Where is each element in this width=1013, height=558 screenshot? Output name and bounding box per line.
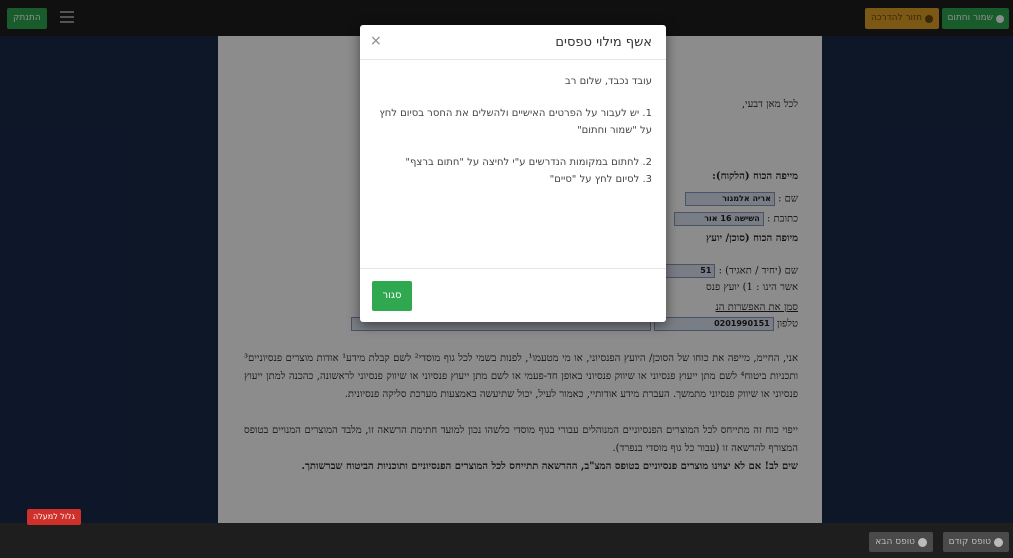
next-form-button[interactable]: טופס הבא xyxy=(869,532,933,552)
prev-form-label: טופס קודם xyxy=(948,537,991,547)
dialog-title: אשף מילוי טפסים xyxy=(555,35,652,50)
form-wizard-dialog: אשף מילוי טפסים × עובד נכבד, שלום רב 1. … xyxy=(360,25,666,322)
scroll-to-top-button[interactable]: גלול למעלה xyxy=(27,509,81,525)
next-form-label: טופס הבא xyxy=(875,537,915,547)
dialog-header: אשף מילוי טפסים × xyxy=(360,25,666,60)
dialog-footer: סגור xyxy=(360,268,666,322)
instruction-step-3: 3. לסיום לחץ על "סיים" xyxy=(549,174,652,185)
arrow-left-icon xyxy=(918,537,927,547)
dialog-body: עובד נכבד, שלום רב 1. יש לעבור על הפרטים… xyxy=(360,61,666,268)
close-icon[interactable]: × xyxy=(370,33,382,49)
close-button[interactable]: סגור xyxy=(372,281,412,311)
bottom-toolbar xyxy=(0,523,1013,558)
instruction-step-1: 1. יש לעבור על הפרטים האישיים ולהשלים את… xyxy=(379,108,652,136)
instruction-step-2: 2. לחתום במקומות הנדרשים ע"י לחיצה על "ח… xyxy=(405,157,652,168)
previous-form-button[interactable]: טופס קודם xyxy=(942,532,1009,552)
dialog-greeting: עובד נכבד, שלום רב xyxy=(564,76,652,87)
arrow-right-icon xyxy=(994,537,1003,547)
